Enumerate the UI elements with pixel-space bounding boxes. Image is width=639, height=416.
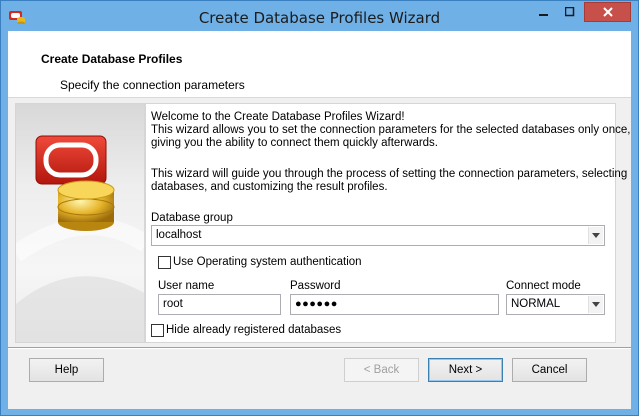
connect-mode-value: NORMAL	[511, 298, 561, 310]
database-group-label: Database group	[151, 212, 233, 224]
intro-line: This wizard allows you to set the connec…	[151, 124, 631, 136]
database-group-select[interactable]: localhost	[151, 225, 605, 246]
connect-mode-select[interactable]: NORMAL	[506, 294, 605, 315]
title-bar[interactable]: Create Database Profiles Wizard	[1, 1, 638, 31]
back-button[interactable]: < Back	[344, 358, 419, 382]
back-button-label: < Back	[363, 364, 400, 376]
page-subtitle: Specify the connection parameters	[60, 78, 245, 92]
close-button[interactable]	[584, 2, 631, 22]
page-title: Create Database Profiles	[41, 52, 183, 66]
maximize-button[interactable]	[557, 2, 583, 22]
minimize-button[interactable]	[531, 2, 557, 22]
maximize-icon	[565, 7, 575, 17]
cancel-button[interactable]: Cancel	[512, 358, 587, 382]
connect-mode-label: Connect mode	[506, 280, 581, 292]
wizard-client-area: Create Database Profiles Specify the con…	[8, 31, 631, 409]
chevron-down-icon	[592, 301, 600, 307]
help-button-label: Help	[54, 364, 79, 376]
intro-line: giving you the ability to connect them q…	[151, 137, 439, 149]
intro-welcome: Welcome to the Create Database Profiles …	[151, 111, 405, 123]
next-button-label: Next >	[448, 364, 483, 376]
user-name-input[interactable]: root	[158, 294, 281, 315]
connect-mode-dropdown-button[interactable]	[588, 296, 603, 313]
cancel-button-label: Cancel	[531, 364, 568, 376]
chevron-down-icon	[592, 232, 600, 238]
hide-registered-label: Hide already registered databases	[166, 324, 342, 336]
intro-line: This wizard will guide you through the p…	[151, 168, 628, 180]
help-button[interactable]: Help	[29, 358, 104, 382]
minimize-icon	[539, 14, 548, 16]
wizard-header: Create Database Profiles Specify the con…	[8, 31, 631, 98]
hide-registered-checkbox[interactable]	[151, 324, 164, 337]
wizard-side-image	[15, 103, 145, 343]
database-logo-icon	[16, 135, 144, 342]
password-input[interactable]: ●●●●●●	[290, 294, 499, 315]
password-label: Password	[290, 280, 341, 292]
user-name-label: User name	[158, 280, 215, 292]
close-icon	[602, 7, 613, 17]
os-auth-label: Use Operating system authentication	[173, 256, 362, 268]
os-auth-checkbox[interactable]	[158, 256, 171, 269]
database-group-dropdown-button[interactable]	[588, 227, 603, 244]
next-button[interactable]: Next >	[428, 358, 503, 382]
footer-divider	[8, 347, 631, 349]
database-group-value: localhost	[156, 229, 202, 241]
intro-line: databases, and customizing the result pr…	[151, 181, 388, 193]
wizard-window: Create Database Profiles Wizard Create D…	[0, 0, 639, 416]
